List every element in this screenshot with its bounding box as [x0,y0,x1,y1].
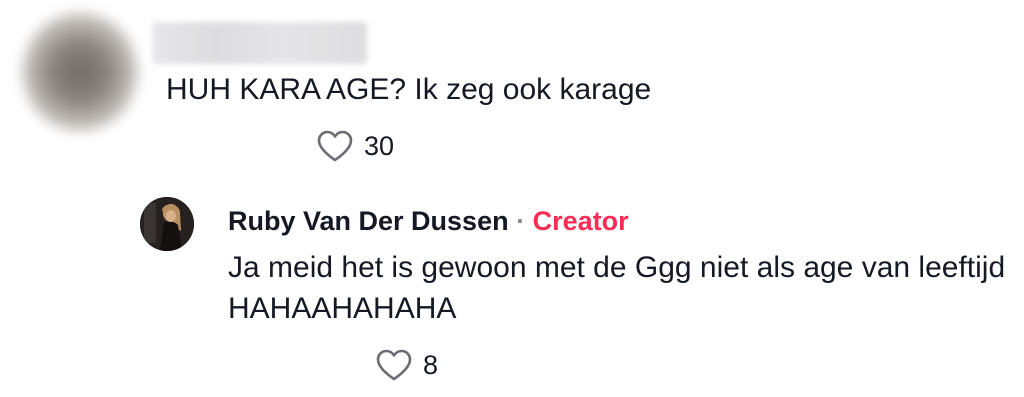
reply-like-button[interactable]: 8 [375,345,438,385]
commenter-name-blurred [152,22,367,64]
comment-text: HUH KARA AGE? Ik zeg ook karage [166,73,652,106]
reply-text: Ja meid het is gewoon met de Ggg niet al… [228,251,1006,325]
heart-outline-icon[interactable] [375,348,413,382]
comment-like-button[interactable]: 30 [316,126,394,166]
reply-like-count: 8 [423,350,439,380]
reply-header: Ruby Van Der Dussen · Creator [228,203,629,239]
commenter-avatar[interactable] [22,12,138,132]
reply-author-name[interactable]: Ruby Van Der Dussen [228,206,509,236]
creator-badge: Creator [532,206,629,236]
heart-outline-icon[interactable] [316,129,354,163]
comment-like-count: 30 [364,131,395,161]
separator-dot: · [516,206,526,236]
reply-author-avatar[interactable] [140,197,194,251]
